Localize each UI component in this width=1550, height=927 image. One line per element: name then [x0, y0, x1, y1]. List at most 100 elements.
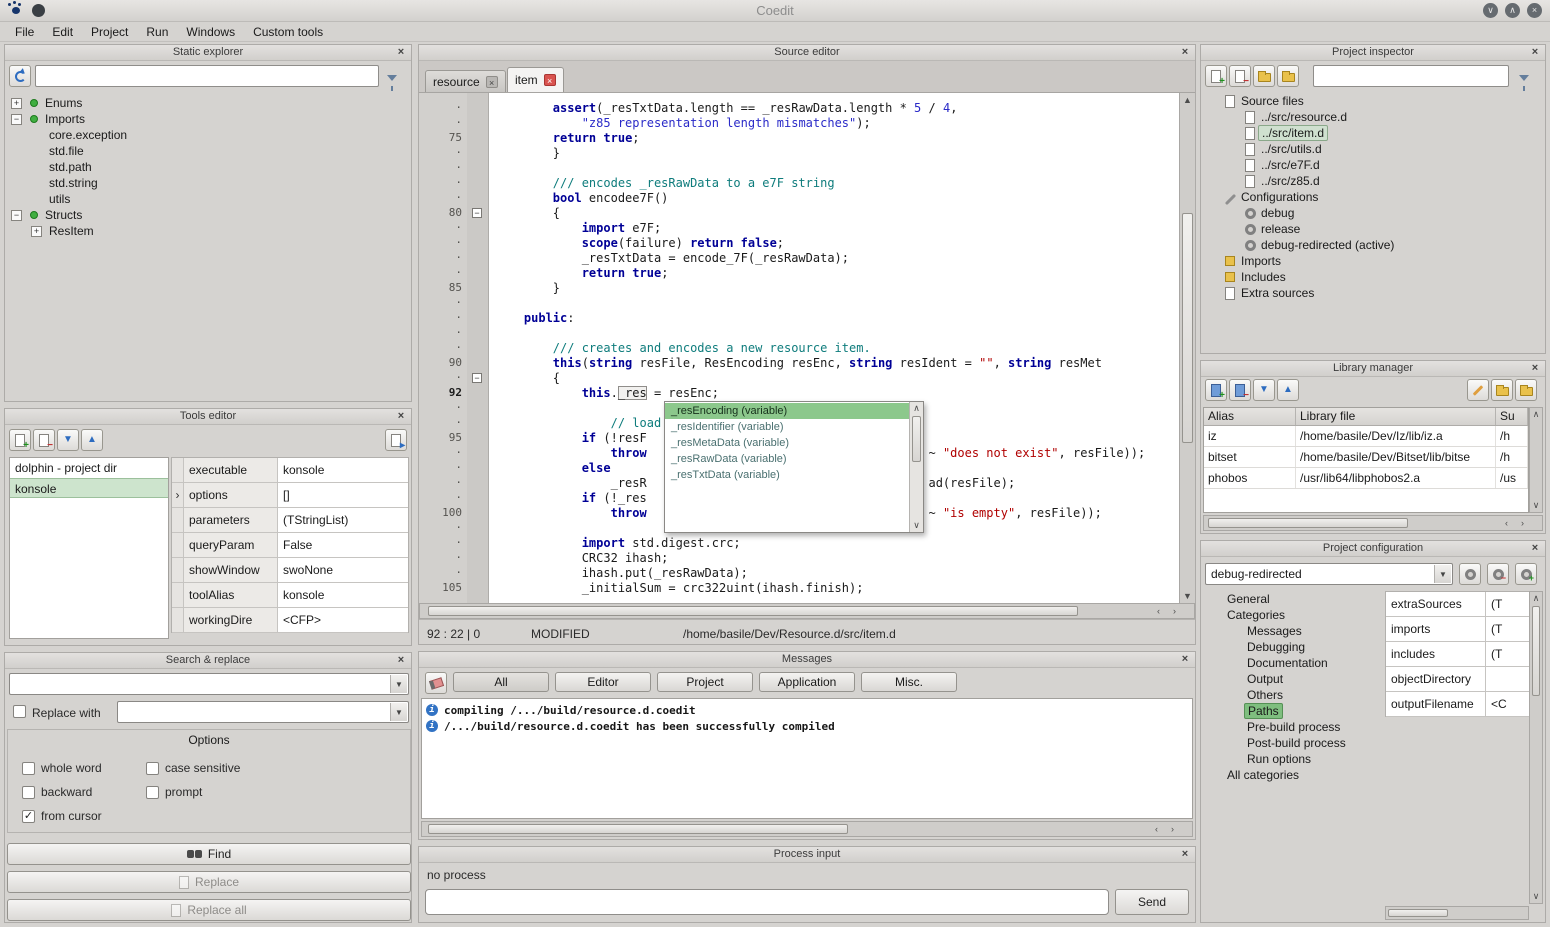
messages-filter-all[interactable]: All	[453, 672, 549, 692]
tool-property-row[interactable]: toolAliaskonsole	[172, 583, 408, 608]
messages-filter-misc[interactable]: Misc.	[861, 672, 957, 692]
library-column-header[interactable]: Library file	[1296, 408, 1496, 425]
configuration-category[interactable]: Paths	[1205, 703, 1381, 719]
code-line[interactable]: this(string resFile, ResEncoding resEnc,…	[495, 356, 1179, 371]
gutter-line[interactable]: ·	[419, 146, 467, 161]
inspector-filter-input[interactable]	[1313, 65, 1509, 87]
static-explorer-item[interactable]: std.string	[7, 175, 409, 191]
tool-item[interactable]: dolphin - project dir	[10, 458, 168, 478]
library-vertical-scrollbar[interactable]: ∧ ∨	[1529, 407, 1543, 513]
find-button[interactable]: Find	[7, 843, 411, 865]
property-value[interactable]: <C	[1486, 692, 1530, 716]
code-line[interactable]: /// creates and encodes a new resource i…	[495, 341, 1179, 356]
remove-library-button[interactable]: −	[1229, 379, 1251, 401]
completion-item[interactable]: _resEncoding (variable)	[665, 403, 909, 419]
move-library-up-button[interactable]: ▲	[1277, 379, 1299, 401]
completion-item[interactable]: _resRawData (variable)	[665, 451, 909, 467]
editor-fold-column[interactable]: −−	[467, 93, 489, 603]
code-line[interactable]: /// encodes _resRawData to a e7F string	[495, 176, 1179, 191]
configuration-category[interactable]: All categories	[1205, 767, 1381, 783]
property-value[interactable]: (TStringList)	[278, 508, 408, 532]
configuration-category[interactable]: Debugging	[1205, 639, 1381, 655]
code-line[interactable]: _initialSum = crc322uint(ihash.finish);	[495, 581, 1179, 596]
library-column-header[interactable]: Alias	[1204, 408, 1296, 425]
gutter-line[interactable]: 75	[419, 131, 467, 146]
close-tab-icon[interactable]: ×	[544, 74, 556, 86]
completion-item[interactable]: _resMetaData (variable)	[665, 435, 909, 451]
expander-icon[interactable]: +	[31, 226, 42, 237]
menu-windows[interactable]: Windows	[177, 23, 244, 41]
remove-source-button[interactable]: −	[1229, 65, 1251, 87]
static-explorer-item[interactable]: std.path	[7, 159, 409, 175]
close-tab-icon[interactable]: ×	[486, 76, 498, 88]
tool-property-row[interactable]: ›options[]	[172, 483, 408, 508]
static-explorer-item[interactable]: −Imports	[7, 111, 409, 127]
close-panel-icon[interactable]: ×	[1529, 45, 1541, 59]
scroll-up-icon[interactable]: ∧	[910, 403, 923, 414]
project-inspector-item[interactable]: Source files	[1203, 93, 1543, 109]
move-up-button[interactable]: ▲	[81, 429, 103, 451]
code-line[interactable]: ihash.put(_resRawData);	[495, 566, 1179, 581]
replace-all-button[interactable]: Replace all	[7, 899, 411, 921]
option-checkbox[interactable]	[22, 786, 35, 799]
tool-property-row[interactable]: parameters(TStringList)	[172, 508, 408, 533]
gutter-line[interactable]: 85	[419, 281, 467, 296]
code-line[interactable]: {	[495, 206, 1179, 221]
menu-project[interactable]: Project	[82, 23, 137, 41]
option-checkbox[interactable]: ✓	[22, 810, 35, 823]
scroll-up-icon[interactable]: ▲	[1180, 95, 1195, 105]
library-row[interactable]: iz/home/basile/Dev/Iz/lib/iz.a/h	[1204, 426, 1528, 447]
expander-icon[interactable]: −	[11, 114, 22, 125]
configuration-category[interactable]: Others	[1205, 687, 1381, 703]
message-row[interactable]: i/.../build/resource.d.coedit has been s…	[422, 718, 1192, 734]
close-panel-icon[interactable]: ×	[395, 45, 407, 59]
minimize-icon[interactable]: ∨	[1483, 3, 1498, 18]
property-value[interactable]: (T	[1486, 642, 1530, 666]
chevron-down-icon[interactable]: ▼	[390, 675, 407, 693]
scroll-up-icon[interactable]: ∧	[1530, 593, 1542, 604]
menu-file[interactable]: File	[6, 23, 43, 41]
scroll-left-icon[interactable]: ‹	[1155, 824, 1158, 834]
library-row[interactable]: bitset/home/basile/Dev/Bitset/lib/bitse/…	[1204, 447, 1528, 468]
process-input-field[interactable]	[425, 889, 1109, 915]
library-column-header[interactable]: Su	[1496, 408, 1528, 425]
close-panel-icon[interactable]: ×	[395, 653, 407, 667]
project-inspector-item[interactable]: ../src/z85.d	[1203, 173, 1543, 189]
code-line[interactable]: }	[495, 146, 1179, 161]
configuration-property-row[interactable]: objectDirectory	[1386, 667, 1530, 692]
static-explorer-item[interactable]: core.exception	[7, 127, 409, 143]
property-value[interactable]	[1486, 667, 1530, 691]
configuration-category[interactable]: Pre-build process	[1205, 719, 1381, 735]
code-line[interactable]	[495, 296, 1179, 311]
gutter-line[interactable]: ·	[419, 521, 467, 536]
code-line[interactable]: CRC32 ihash;	[495, 551, 1179, 566]
gutter-line[interactable]: ·	[419, 446, 467, 461]
close-panel-icon[interactable]: ×	[1529, 361, 1541, 375]
static-explorer-item[interactable]: +Enums	[7, 95, 409, 111]
code-line[interactable]: "z85 representation length mismatches");	[495, 116, 1179, 131]
scroll-down-icon[interactable]: ∨	[910, 520, 923, 531]
configuration-category[interactable]: Messages	[1205, 623, 1381, 639]
option-checkbox[interactable]	[146, 762, 159, 775]
move-library-down-button[interactable]: ▼	[1253, 379, 1275, 401]
code-line[interactable]	[495, 326, 1179, 341]
code-line[interactable]: }	[495, 281, 1179, 296]
tool-property-row[interactable]: workingDire<CFP>	[172, 608, 408, 633]
project-inspector-item[interactable]: debug-redirected (active)	[1203, 237, 1543, 253]
replace-with-combo[interactable]: ▼	[117, 701, 409, 723]
scroll-left-icon[interactable]: ‹	[1157, 606, 1160, 616]
editor-horizontal-scrollbar[interactable]: ‹ ›	[419, 603, 1195, 619]
open-library-file-button[interactable]	[1491, 379, 1513, 401]
code-line[interactable]: _resTxtData = encode_7F(_resRawData);	[495, 251, 1179, 266]
expander-icon[interactable]: +	[11, 98, 22, 109]
configuration-category[interactable]: Post-build process	[1205, 735, 1381, 751]
configuration-category[interactable]: Output	[1205, 671, 1381, 687]
library-horizontal-scrollbar[interactable]: ‹ ›	[1203, 515, 1543, 531]
add-tool-button[interactable]: +	[9, 429, 31, 451]
code-line[interactable]	[495, 161, 1179, 176]
gutter-line[interactable]: ·	[419, 161, 467, 176]
gutter-line[interactable]: ·	[419, 221, 467, 236]
option-checkbox[interactable]	[22, 762, 35, 775]
property-value[interactable]: konsole	[278, 458, 408, 482]
scroll-thumb[interactable]	[1182, 213, 1193, 443]
